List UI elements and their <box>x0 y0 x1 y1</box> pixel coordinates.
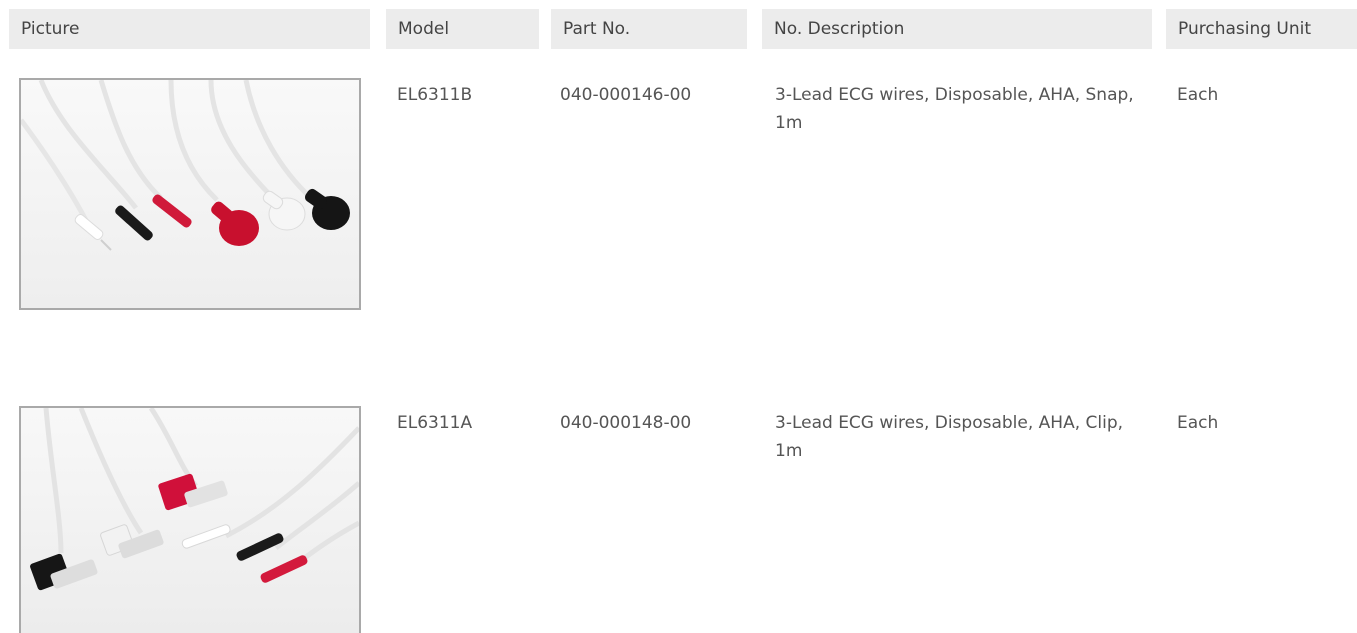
table-row: EL6311B 040-000146-00 3-Lead ECG wires, … <box>0 78 1357 310</box>
table-row: EL6311A 040-000148-00 3-Lead ECG wires, … <box>0 406 1357 633</box>
clip-leadwires-illustration <box>21 408 359 633</box>
description-cell: 3-Lead ECG wires, Disposable, AHA, Snap,… <box>775 85 1134 133</box>
column-header-model: Model <box>386 9 539 49</box>
product-image-snap-leadwires[interactable] <box>19 78 361 310</box>
part-no-cell: 040-000146-00 <box>560 85 692 105</box>
column-header-part-no: Part No. <box>551 9 747 49</box>
column-header-purchasing-unit: Purchasing Unit <box>1166 9 1357 49</box>
model-cell: EL6311A <box>397 413 473 433</box>
purchasing-unit-cell: Each <box>1177 85 1219 105</box>
product-image-clip-leadwires[interactable] <box>19 406 361 633</box>
description-cell: 3-Lead ECG wires, Disposable, AHA, Clip,… <box>775 413 1124 461</box>
model-cell: EL6311B <box>397 85 473 105</box>
column-header-description: No. Description <box>762 9 1152 49</box>
column-header-picture: Picture <box>9 9 370 49</box>
part-no-cell: 040-000148-00 <box>560 413 692 433</box>
table-header: Picture Model Part No. No. Description P… <box>0 9 1357 49</box>
snap-leadwires-illustration <box>21 80 359 308</box>
purchasing-unit-cell: Each <box>1177 413 1219 433</box>
